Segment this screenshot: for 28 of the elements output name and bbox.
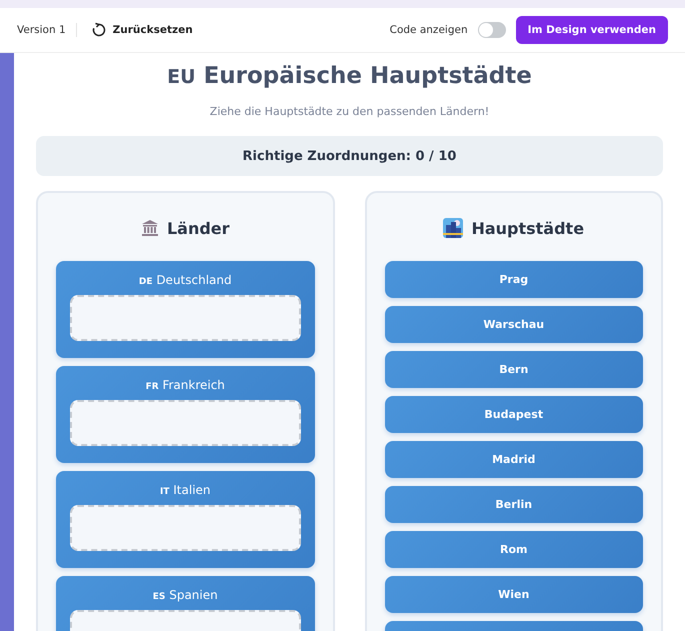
city-button[interactable]: Prag	[384, 261, 643, 298]
code-label: Code anzeigen	[390, 24, 468, 36]
city-button[interactable]: Berlin	[384, 486, 643, 523]
country-name: IT Italien	[158, 483, 212, 497]
version-label: Version 1	[17, 24, 66, 36]
drop-zone[interactable]	[70, 505, 300, 551]
subtitle: Ziehe die Hauptstädte zu den passenden Ländern!	[208, 105, 490, 118]
city-button[interactable]: Budapest	[384, 396, 643, 433]
drop-zone[interactable]	[70, 295, 300, 341]
code-toggle[interactable]	[478, 22, 506, 38]
country-name: ES Spanien	[152, 588, 219, 602]
reset-button[interactable]: Zurücksetzen	[86, 22, 197, 38]
city-button[interactable]: Warschau	[384, 306, 643, 343]
reset-icon	[90, 22, 107, 38]
city-button[interactable]: Wien	[384, 576, 643, 613]
drop-zone[interactable]	[70, 400, 300, 446]
city-button[interactable]: Madrid	[384, 441, 643, 478]
page-title: EU Europäische Hauptstädte	[166, 63, 533, 89]
panel-heading: Hauptstädte	[471, 218, 584, 238]
score-bar: Richtige Zuordnungen: 0 / 10	[36, 136, 663, 176]
country-name: FR Frankreich	[144, 378, 226, 392]
city-icon	[443, 218, 464, 238]
bank-icon	[140, 219, 159, 237]
city-button[interactable]: Rom	[384, 531, 643, 568]
country-name: DE Deutschland	[138, 273, 233, 287]
panel-heading: Länder	[166, 218, 230, 238]
city-button[interactable]: Bern	[384, 351, 643, 388]
use-in-design-button[interactable]: Im Design verwenden	[516, 16, 668, 44]
